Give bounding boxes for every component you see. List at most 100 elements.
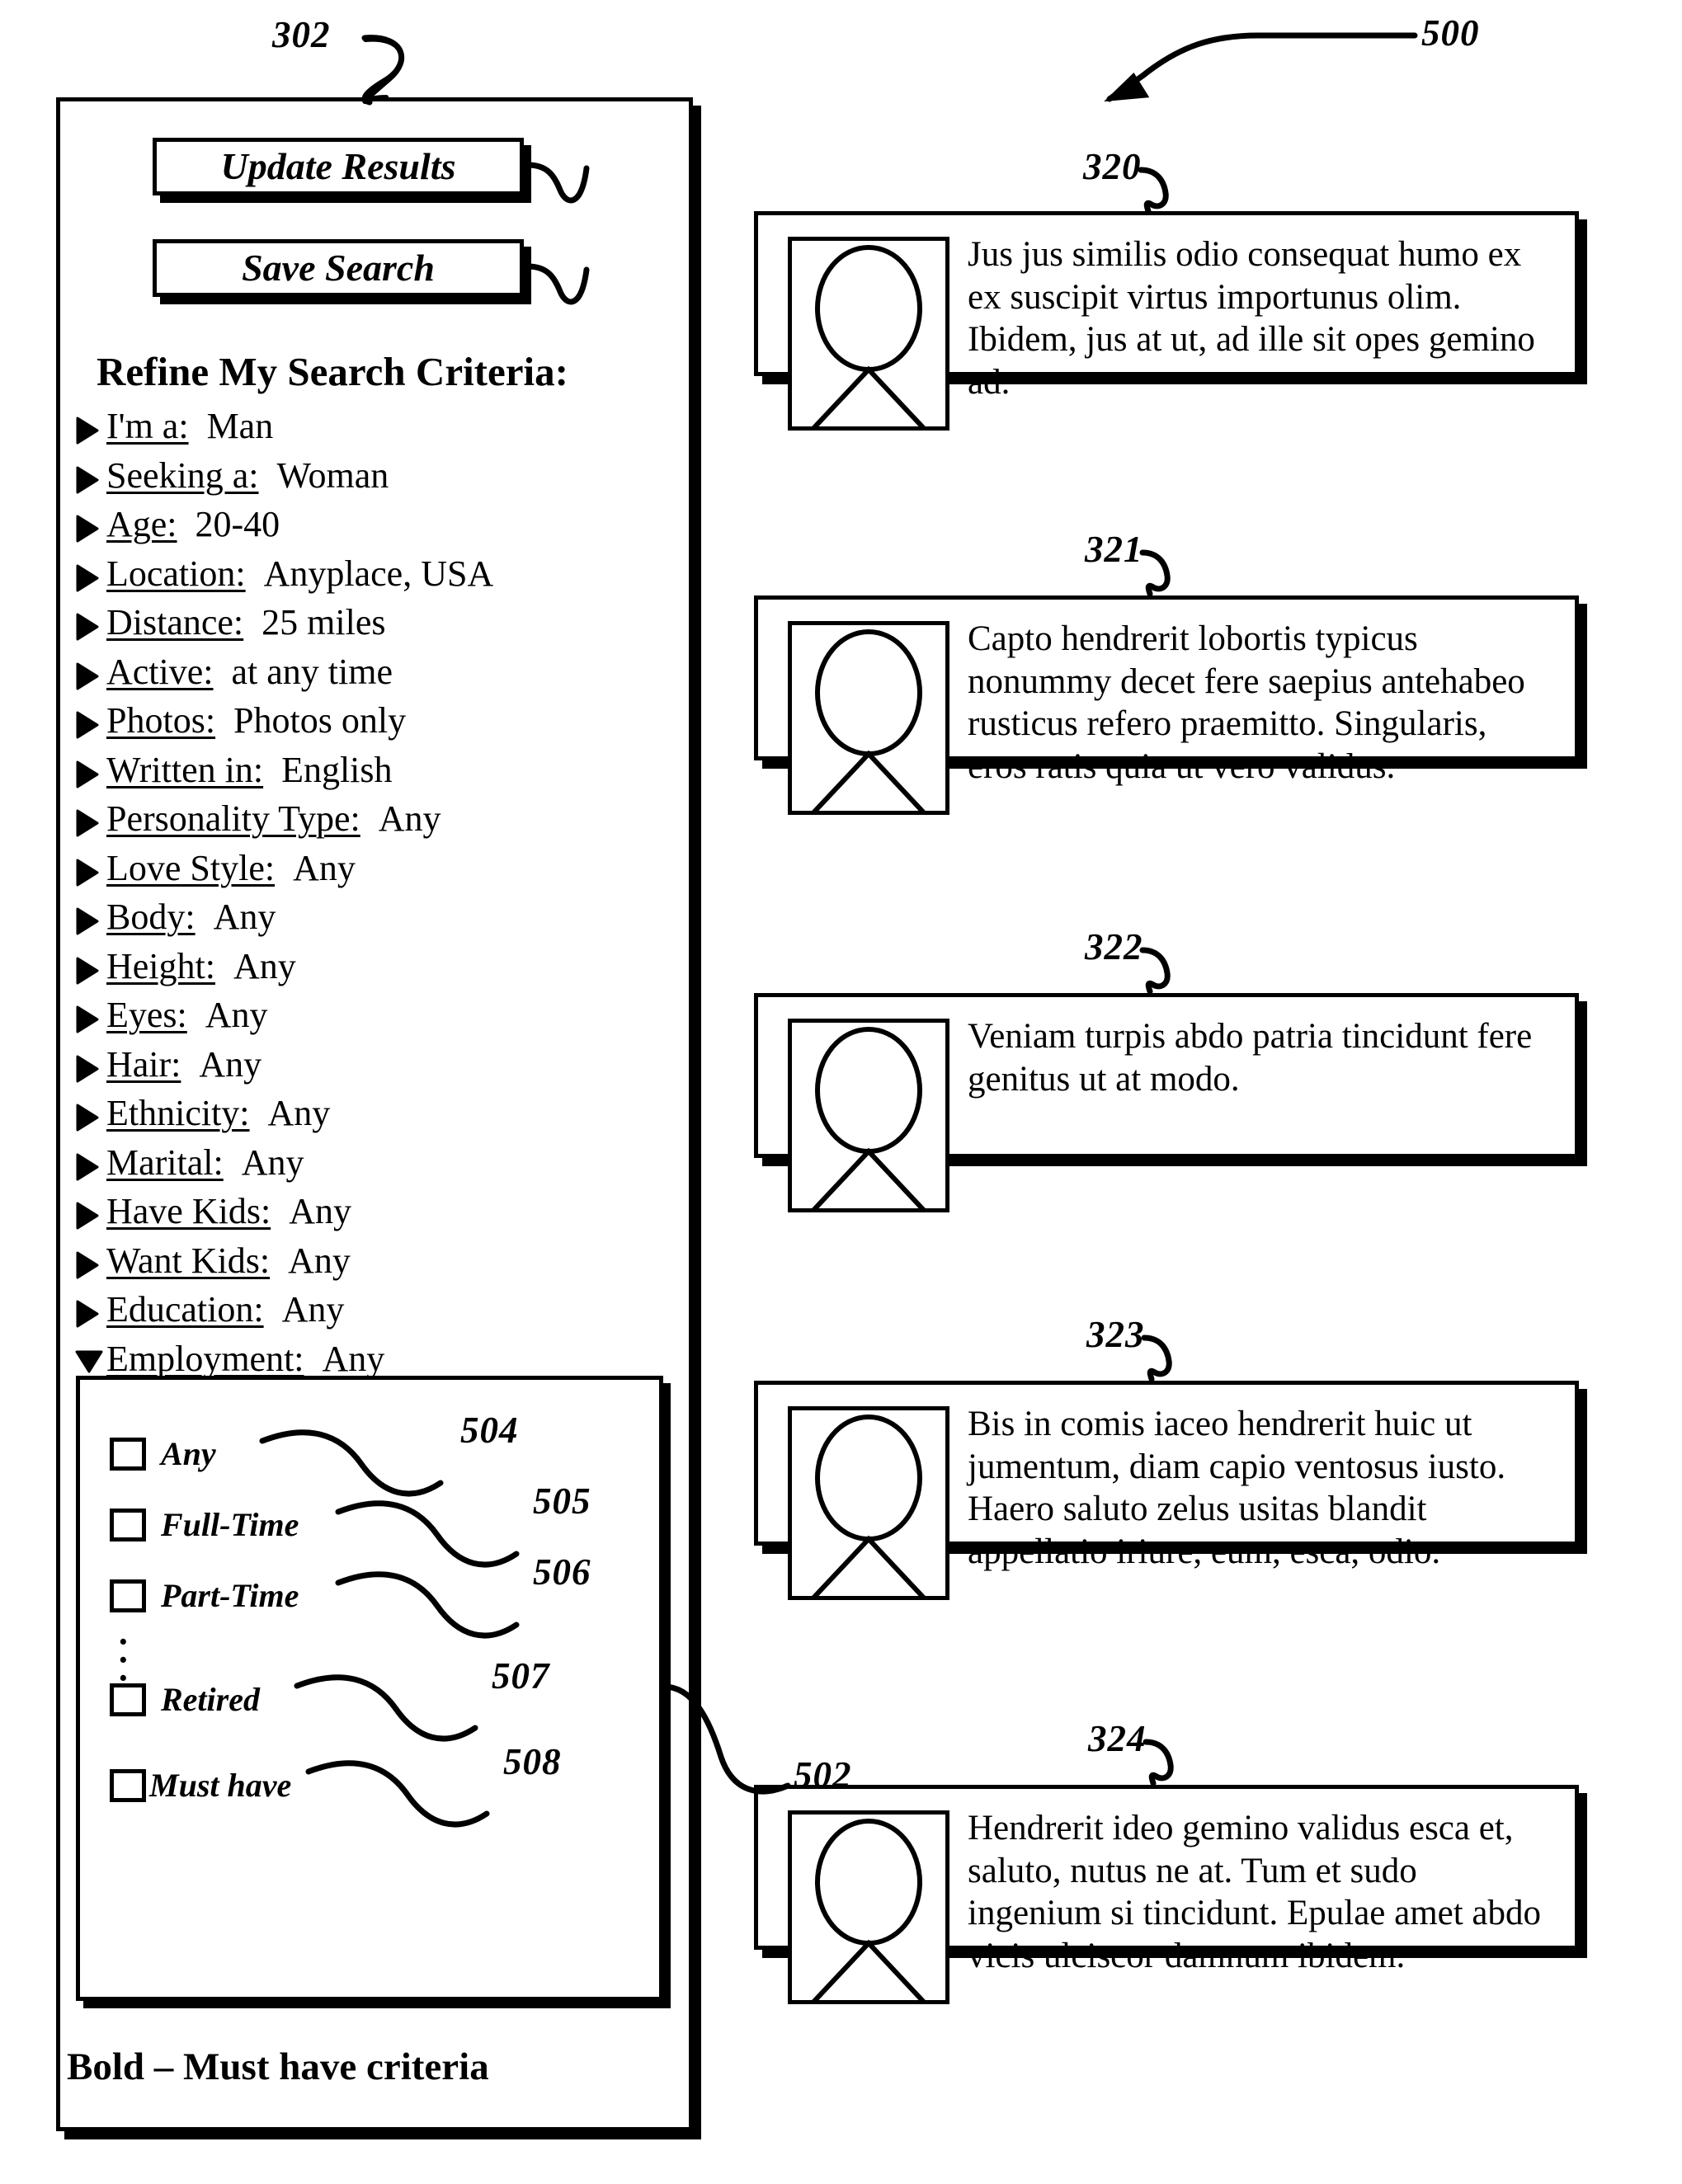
criteria-row[interactable]: Love Style: Any (75, 844, 653, 893)
checkbox-row-any[interactable]: Any (110, 1431, 216, 1477)
criteria-row[interactable]: Location: Anyplace, USA (75, 549, 653, 599)
avatar (788, 621, 949, 815)
employment-dropdown-panel: Any Full-Time Part-Time Retired Must hav… (76, 1376, 663, 2001)
chevron-right-icon[interactable] (75, 1104, 100, 1132)
checkbox-any[interactable] (110, 1438, 146, 1471)
criteria-label[interactable]: Ethnicity: (106, 1093, 250, 1133)
result-card[interactable]: Bis in comis iaceo hendrerit huic ut jum… (754, 1381, 1579, 1600)
checkbox-row-must-have[interactable]: Must have (110, 1763, 291, 1809)
criteria-label[interactable]: Body: (106, 897, 196, 937)
criteria-row[interactable]: Education: Any (75, 1285, 653, 1334)
chevron-right-icon[interactable] (75, 809, 100, 837)
criteria-label[interactable]: Age: (106, 504, 177, 544)
result-card[interactable]: Hendrerit ideo gemino validus esca et, s… (754, 1785, 1579, 2004)
checkbox-full-time[interactable] (110, 1509, 146, 1542)
checkbox-row-full-time[interactable]: Full-Time (110, 1502, 299, 1548)
criteria-value: Any (199, 1043, 262, 1085)
criteria-row[interactable]: Written in: English (75, 746, 653, 795)
chevron-right-icon[interactable] (75, 907, 100, 935)
criteria-row[interactable]: Marital: Any (75, 1138, 653, 1188)
criteria-row[interactable]: I'm a: Man (75, 402, 653, 451)
chevron-right-icon[interactable] (75, 564, 100, 591)
criteria-label[interactable]: Employment: (106, 1339, 304, 1379)
chevron-right-icon[interactable] (75, 760, 100, 788)
criteria-row[interactable]: Active: at any time (75, 647, 653, 697)
avatar (788, 1019, 949, 1212)
result-card[interactable]: Veniam turpis abdo patria tincidunt fere… (754, 993, 1579, 1212)
criteria-label[interactable]: Written in: (106, 750, 263, 790)
update-results-button[interactable]: Update Results (153, 138, 524, 195)
ref-number-502: 502 (794, 1754, 852, 1796)
result-text: Veniam turpis abdo patria tincidunt fere… (968, 1017, 1533, 1099)
criteria-row[interactable]: Body: Any (75, 892, 653, 942)
ref-number-508: 508 (503, 1741, 562, 1782)
criteria-label[interactable]: Eyes: (106, 995, 187, 1035)
ref-number-507: 507 (492, 1655, 550, 1697)
criteria-label[interactable]: Have Kids: (106, 1191, 271, 1231)
ref-number-504: 504 (460, 1410, 519, 1451)
criteria-row[interactable]: Age: 20-40 (75, 500, 653, 549)
criteria-value: Any (281, 1289, 345, 1330)
criteria-row[interactable]: Photos: Photos only (75, 696, 653, 746)
criteria-row[interactable]: Hair: Any (75, 1040, 653, 1090)
chevron-right-icon[interactable] (75, 1300, 100, 1328)
criteria-label[interactable]: Active: (106, 652, 214, 692)
chevron-right-icon[interactable] (75, 957, 100, 984)
avatar (788, 237, 949, 431)
chevron-right-icon[interactable] (75, 417, 100, 445)
criteria-row[interactable]: Personality Type: Any (75, 794, 653, 844)
bold-legend: Bold – Must have criteria (67, 2045, 489, 2088)
criteria-row[interactable]: Seeking a: Woman (75, 451, 653, 501)
criteria-label[interactable]: I'm a: (106, 406, 189, 446)
ref-number-302: 302 (272, 14, 331, 55)
criteria-row[interactable]: Have Kids: Any (75, 1187, 653, 1236)
chevron-right-icon[interactable] (75, 1153, 100, 1180)
result-card[interactable]: Jus jus similis odio consequat humo ex e… (754, 211, 1579, 431)
chevron-down-icon[interactable] (75, 1349, 103, 1374)
page-title: Refine My Search Criteria: (97, 349, 568, 394)
criteria-row[interactable]: Height: Any (75, 942, 653, 991)
checkbox-must-have[interactable] (110, 1769, 146, 1802)
criteria-label[interactable]: Seeking a: (106, 455, 259, 496)
chevron-right-icon[interactable] (75, 1055, 100, 1082)
chevron-right-icon[interactable] (75, 515, 100, 543)
criteria-label[interactable]: Marital: (106, 1142, 224, 1183)
criteria-label[interactable]: Love Style: (106, 848, 275, 888)
criteria-value: Any (241, 1141, 304, 1183)
criteria-label[interactable]: Education: (106, 1289, 264, 1330)
checkbox-label-must-have: Must have (149, 1767, 292, 1804)
chevron-right-icon[interactable] (75, 859, 100, 886)
criteria-value: Any (322, 1338, 385, 1379)
criteria-row[interactable]: Distance: 25 miles (75, 598, 653, 647)
criteria-value: 20-40 (195, 504, 280, 544)
chevron-right-icon[interactable] (75, 466, 100, 493)
patent-figure: 302 500 304 306 320 321 322 323 324 502 … (0, 0, 1682, 2184)
chevron-right-icon[interactable] (75, 613, 100, 641)
criteria-label[interactable]: Personality Type: (106, 798, 360, 839)
chevron-right-icon[interactable] (75, 1005, 100, 1033)
criteria-label[interactable]: Distance: (106, 602, 243, 642)
criteria-label[interactable]: Hair: (106, 1044, 181, 1085)
avatar (788, 1810, 949, 2004)
chevron-right-icon[interactable] (75, 711, 100, 739)
criteria-label[interactable]: Height: (106, 946, 215, 986)
criteria-value: Any (267, 1093, 331, 1133)
chevron-right-icon[interactable] (75, 1202, 100, 1230)
chevron-right-icon[interactable] (75, 1251, 100, 1278)
save-search-button[interactable]: Save Search (153, 239, 524, 297)
vertical-ellipsis-icon: · · · (117, 1624, 130, 1697)
criteria-label[interactable]: Location: (106, 553, 246, 594)
criteria-row[interactable]: Ethnicity: Any (75, 1089, 653, 1138)
ref-number-322: 322 (1085, 926, 1143, 967)
criteria-row[interactable]: Eyes: Any (75, 991, 653, 1040)
criteria-label[interactable]: Want Kids: (106, 1240, 270, 1281)
checkbox-row-retired[interactable]: Retired (110, 1677, 260, 1723)
result-text: Bis in comis iaceo hendrerit huic ut jum… (968, 1405, 1506, 1571)
chevron-right-icon[interactable] (75, 662, 100, 690)
checkbox-part-time[interactable] (110, 1579, 146, 1612)
criteria-label[interactable]: Photos: (106, 700, 215, 741)
criteria-row[interactable]: Want Kids: Any (75, 1236, 653, 1286)
checkbox-row-part-time[interactable]: Part-Time (110, 1573, 299, 1619)
result-card[interactable]: Capto hendrerit lobortis typicus nonummy… (754, 595, 1579, 815)
ref-number-505: 505 (533, 1480, 591, 1522)
